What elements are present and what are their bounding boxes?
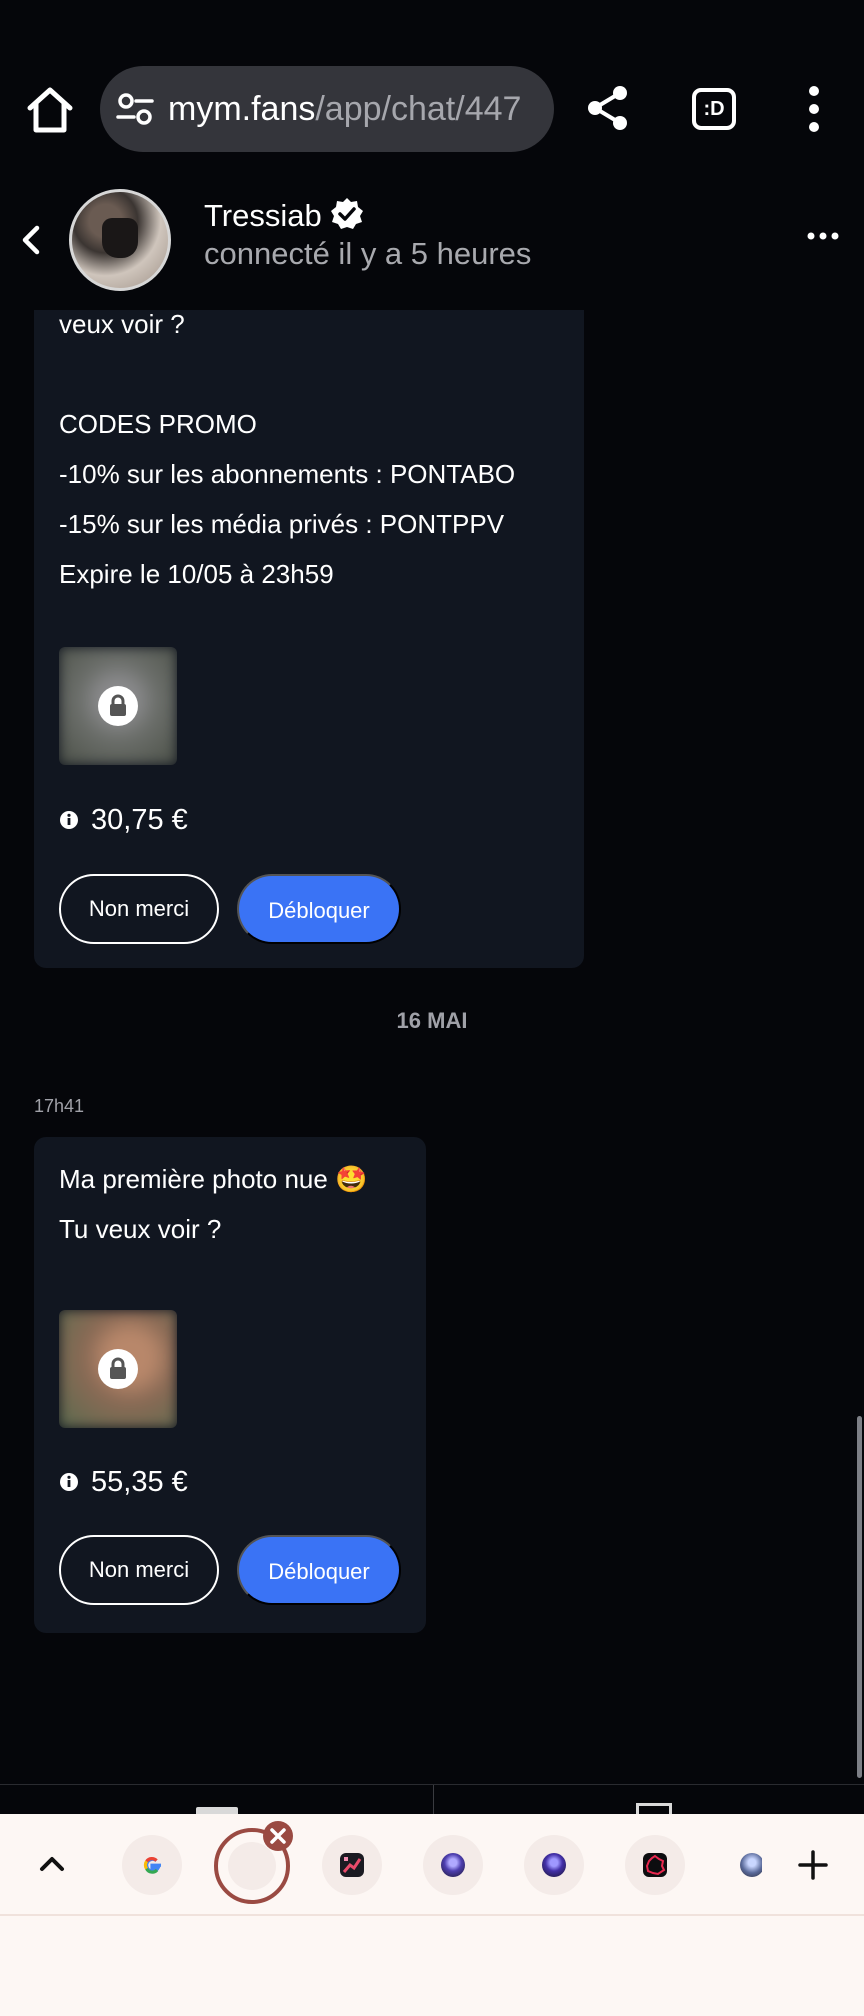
locked-media-thumbnail[interactable] [59,647,177,765]
more-vert-icon[interactable] [800,84,828,134]
avatar-tab-icon [542,1853,566,1877]
info-icon [60,1473,78,1491]
app-bottom-nav [0,1784,864,1815]
price-label: 30,75 € [91,804,188,836]
site-settings-icon[interactable] [114,88,156,130]
decline-button[interactable]: Non merci [59,1535,219,1605]
more-horiz-icon[interactable] [806,226,840,246]
message-text-line: Tu veux voir ? [59,1214,222,1244]
price-label: 55,35 € [91,1466,188,1498]
browser-toolbar: mym.fans/app/chat/447 :D [0,0,864,180]
partial-tab-icon [740,1853,762,1877]
contact-status: connecté il y a 5 heures [204,236,532,271]
info-icon [60,811,78,829]
url-text[interactable]: mym.fans/app/chat/447 [168,88,521,130]
close-tab-icon[interactable] [262,1820,294,1852]
home-icon[interactable] [22,82,78,138]
add-tab-icon[interactable] [796,1848,830,1882]
message-text-line: Expire le 10/05 à 23h59 [59,559,334,589]
tab-avatar-1[interactable] [423,1835,483,1895]
unlock-button[interactable]: Débloquer [237,874,401,944]
message-text-line: CODES PROMO [59,409,257,439]
chart-tab-icon [340,1853,364,1877]
tab-partial[interactable] [726,1835,762,1895]
tab-map[interactable] [625,1835,685,1895]
back-arrow-icon[interactable] [12,220,52,260]
scrollbar-thumb[interactable] [857,1416,862,1778]
avatar-image [102,218,138,258]
verified-badge-icon [331,198,363,229]
message-text-line: Ma première photo nue 🤩 [59,1164,368,1194]
lock-icon [98,1349,138,1389]
chat-header: Tressiab connecté il y a 5 heures [0,180,864,310]
decline-button[interactable]: Non merci [59,874,219,944]
avatar[interactable] [69,189,171,291]
avatar-tab-icon [441,1853,465,1877]
chevron-up-icon[interactable] [36,1848,68,1880]
url-path: /app/chat/447 [315,90,522,128]
tab-switcher-icon[interactable]: :D [692,88,736,130]
tab-google[interactable] [122,1835,182,1895]
message-bubble: veux voir ? CODES PROMO -10% sur les abo… [34,310,584,968]
message-list[interactable]: veux voir ? CODES PROMO -10% sur les abo… [0,310,864,1785]
google-tab-icon [143,1857,161,1874]
tab-chart[interactable] [322,1835,382,1895]
message-time: 17h41 [34,1096,85,1116]
message-text-line: -15% sur les média privés : PONTPPV [59,509,505,539]
map-tab-icon [643,1853,667,1877]
nav-divider [433,1785,434,1815]
address-bar[interactable]: mym.fans/app/chat/447 [100,66,554,152]
bottom-empty-area [0,1916,864,2016]
lock-icon [98,686,138,726]
unlock-button[interactable]: Débloquer [237,1535,401,1605]
tab-avatar-2[interactable] [524,1835,584,1895]
message-bubble: Ma première photo nue 🤩 Tu veux voir ? 5… [34,1137,426,1633]
date-separator: 16 MAI [396,1008,468,1033]
message-text-line: -10% sur les abonnements : PONTABO [59,459,516,489]
contact-name[interactable]: Tressiab [204,196,322,236]
message-text-line: veux voir ? [59,310,185,339]
share-icon[interactable] [586,84,630,132]
tab-strip [0,1814,864,1916]
locked-media-thumbnail[interactable] [59,1310,177,1428]
url-domain: mym.fans [168,90,316,128]
